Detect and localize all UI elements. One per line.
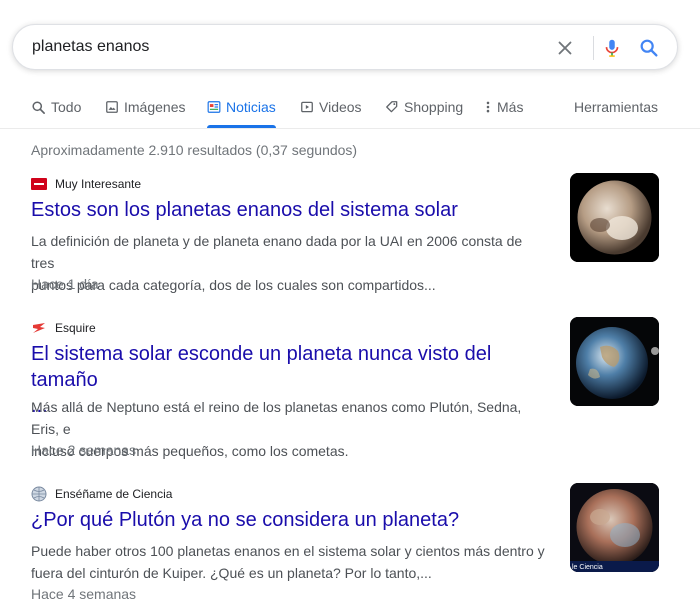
result-source[interactable]: Muy Interesante: [31, 175, 141, 193]
result-source[interactable]: Esquire: [31, 319, 96, 337]
more-vertical-icon: [486, 101, 490, 113]
result-title[interactable]: Estos son los planetas enanos del sistem…: [31, 197, 551, 223]
tab-label: Imágenes: [124, 99, 186, 115]
tab-todo[interactable]: Todo: [31, 88, 81, 126]
result-stats: Aproximadamente 2.910 resultados (0,37 s…: [31, 142, 358, 158]
tag-icon: [386, 101, 398, 113]
esquire-favicon: [33, 323, 45, 333]
globe-favicon: [31, 486, 47, 502]
pluto-image: [570, 173, 659, 262]
snippet-line: Más allá de Neptuno está el reino de los…: [31, 399, 522, 437]
search-icon[interactable]: [638, 37, 660, 59]
result-thumbnail[interactable]: le Ciencia: [570, 483, 659, 572]
result-time: Hace 2 semanas: [31, 442, 137, 458]
tab-label: Videos: [319, 99, 362, 115]
snippet-line: La definición de planeta y de planeta en…: [31, 233, 523, 271]
earth-image: [570, 317, 659, 406]
source-name: Esquire: [55, 321, 96, 335]
search-box[interactable]: [12, 24, 678, 70]
image-icon: [106, 101, 118, 113]
search-tabs: Todo Imágenes Noticias Videos Shopping M…: [0, 88, 700, 129]
tab-noticias[interactable]: Noticias: [207, 88, 276, 128]
result-time: Hace 4 semanas: [31, 586, 137, 602]
source-name: Enséñame de Ciencia: [55, 487, 173, 501]
result-snippet: La definición de planeta y de planeta en…: [31, 230, 546, 296]
microphone-icon[interactable]: [601, 37, 623, 59]
tab-label: Noticias: [226, 99, 276, 115]
tab-videos[interactable]: Videos: [300, 88, 362, 126]
snippet-line: fuera del cinturón de Kuiper. ¿Qué es un…: [31, 565, 432, 581]
search-icon: [32, 100, 45, 114]
tab-imagenes[interactable]: Imágenes: [105, 88, 185, 126]
news-icon: [207, 101, 221, 113]
pluto-color-image: le Ciencia: [570, 483, 659, 572]
thumbnail-caption: le Ciencia: [572, 564, 603, 571]
snippet-line: puntos para cada categoría, dos de los c…: [31, 277, 436, 293]
video-icon: [301, 101, 313, 113]
result-source[interactable]: Enséñame de Ciencia: [31, 485, 172, 503]
tab-label: Shopping: [404, 99, 464, 115]
result-snippet: Puede haber otros 100 planetas enanos en…: [31, 540, 546, 584]
result-time: Hace 1 día: [31, 276, 99, 292]
search-input[interactable]: [32, 36, 532, 58]
close-icon[interactable]: [554, 37, 576, 59]
active-tab-indicator: [207, 125, 276, 128]
muy-interesante-favicon: [31, 178, 47, 190]
tools-button[interactable]: Herramientas: [574, 88, 658, 126]
tab-label: Todo: [51, 99, 82, 115]
tab-label: Más: [497, 99, 524, 115]
title-line: El sistema solar esconde un planeta nunc…: [31, 343, 492, 391]
tab-mas[interactable]: Más: [484, 88, 523, 126]
tab-shopping[interactable]: Shopping: [385, 88, 463, 126]
result-thumbnail[interactable]: [570, 317, 659, 406]
snippet-line: Puede haber otros 100 planetas enanos en…: [31, 543, 545, 559]
result-thumbnail[interactable]: [570, 173, 659, 262]
searchbox-divider: [593, 36, 594, 60]
source-name: Muy Interesante: [55, 177, 142, 191]
result-title[interactable]: ¿Por qué Plutón ya no se considera un pl…: [31, 507, 551, 533]
